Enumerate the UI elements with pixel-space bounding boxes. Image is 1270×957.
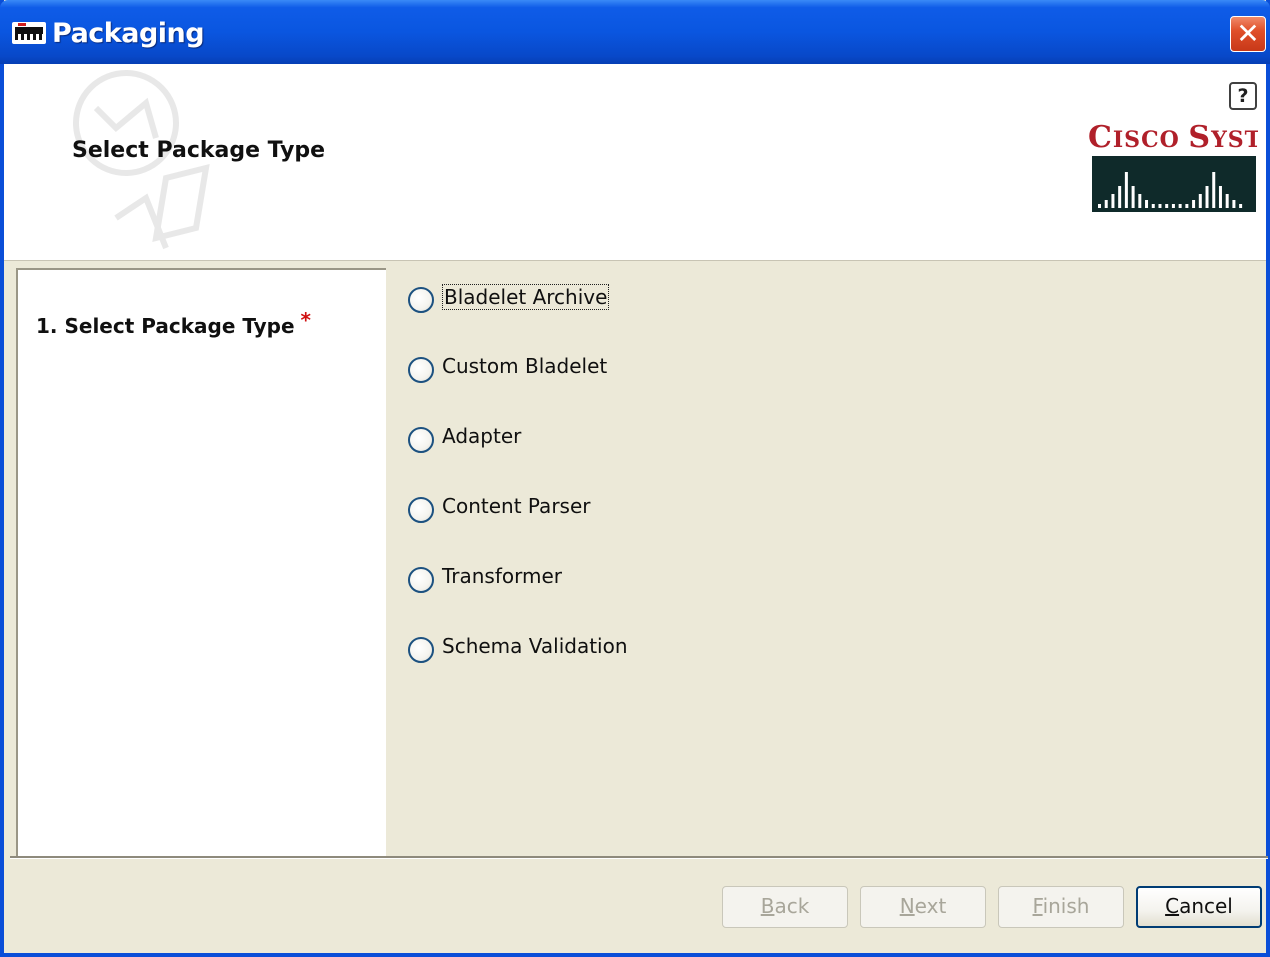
logo-bar (1225, 194, 1229, 208)
option-custom-bladelet[interactable]: Custom Bladelet (406, 352, 806, 392)
watermark-graphic (73, 70, 210, 250)
logo-bar (1118, 186, 1122, 208)
logo-bar (1124, 172, 1128, 208)
option-schema-validation[interactable]: Schema Validation (406, 632, 806, 672)
finish-button[interactable]: Finish (998, 886, 1124, 928)
app-icon (12, 22, 46, 44)
logo-bar (1192, 200, 1196, 208)
logo-bar (1104, 200, 1108, 208)
logo-bar (1158, 204, 1162, 208)
footer-divider (10, 856, 1268, 859)
radio-button[interactable] (408, 567, 434, 593)
close-icon: ✕ (1236, 17, 1260, 50)
logo-bar (1185, 204, 1189, 208)
logo-bar (1131, 186, 1135, 208)
logo-bar (1138, 194, 1142, 208)
logo-bar (1198, 194, 1202, 208)
logo-bar (1232, 200, 1236, 208)
logo-bars-icon (1092, 156, 1256, 212)
logo-bar (1171, 204, 1175, 208)
option-label[interactable]: Schema Validation (442, 634, 628, 658)
logo-bar (1205, 186, 1209, 208)
next-button[interactable]: Next (860, 886, 986, 928)
option-content-parser[interactable]: Content Parser (406, 492, 806, 532)
logo-bar (1098, 204, 1101, 208)
cisco-logo: CISCO SYSTEMS (1088, 120, 1258, 216)
radio-button[interactable] (408, 497, 434, 523)
step-item[interactable]: 1. Select Package Type * (36, 308, 311, 338)
wizard-header: Select Package Type ? CISCO SYSTEMS (4, 64, 1266, 261)
back-button[interactable]: Back (722, 886, 848, 928)
logo-wordmark: CISCO SYSTEMS (1088, 120, 1258, 155)
radio-button[interactable] (408, 427, 434, 453)
logo-bar (1165, 204, 1169, 208)
logo-bar (1218, 186, 1222, 208)
option-label[interactable]: Adapter (442, 424, 521, 448)
option-label[interactable]: Transformer (442, 564, 562, 588)
page-title: Select Package Type (72, 138, 326, 163)
help-icon[interactable]: ? (1229, 82, 1257, 110)
option-label[interactable]: Custom Bladelet (442, 354, 607, 378)
packaging-dialog: Packaging ✕ Select Package Type ? CISCO … (0, 0, 1270, 957)
logo-bar (1178, 204, 1182, 208)
radio-button[interactable] (408, 287, 434, 313)
radio-button[interactable] (408, 357, 434, 383)
window-title: Packaging (52, 18, 205, 49)
package-type-options: Bladelet Archive Custom Bladelet Adapter… (406, 282, 1266, 682)
steps-panel: 1. Select Package Type * (16, 268, 386, 856)
close-button[interactable]: ✕ (1230, 16, 1266, 52)
required-marker: * (300, 308, 312, 332)
title-bar[interactable]: Packaging ✕ (0, 0, 1270, 64)
step-label: 1. Select Package Type (36, 314, 295, 338)
option-transformer[interactable]: Transformer (406, 562, 806, 602)
logo-bar (1151, 204, 1155, 208)
cancel-button[interactable]: Cancel (1136, 886, 1262, 928)
option-label[interactable]: Bladelet Archive (442, 284, 610, 310)
option-adapter[interactable]: Adapter (406, 422, 806, 462)
option-bladelet-archive[interactable]: Bladelet Archive (406, 282, 806, 322)
logo-bar (1212, 172, 1216, 208)
radio-button[interactable] (408, 637, 434, 663)
logo-bar (1145, 200, 1149, 208)
option-label[interactable]: Content Parser (442, 494, 591, 518)
logo-bar (1239, 204, 1243, 208)
logo-bar (1111, 194, 1115, 208)
